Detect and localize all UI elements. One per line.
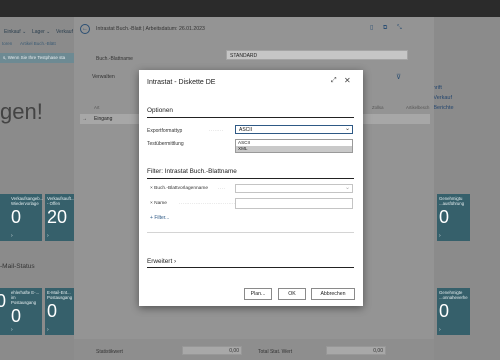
export-format-select[interactable]: ASCII ⌄ xyxy=(235,125,353,134)
section-divider xyxy=(147,232,354,233)
filter-row-template-name[interactable]: × Buch.-Blattvorlagenname xyxy=(150,186,208,191)
cue-tile-failed-emails[interactable]: ehlerhafte E-... im Postausgang 0 › xyxy=(9,288,42,335)
total-statistical-value-field: 0,00 xyxy=(326,346,386,355)
export-format-label: Exportformattyp xyxy=(147,128,183,134)
subnav-item-item-journals[interactable]: Artikel Buch.-Blätt xyxy=(20,41,56,46)
expand-icon[interactable]: ⤢ xyxy=(331,77,337,85)
page-title: Intrastat Buch.-Blatt | Arbeitsdatum: 26… xyxy=(96,26,205,32)
chevron-right-icon: › xyxy=(439,327,441,333)
browser-top-bar xyxy=(0,0,500,17)
role-center-subnav: toren Artikel Buch.-Blätt xyxy=(0,37,80,47)
section-divider xyxy=(147,178,354,179)
test-submission-label: Testübermittlung xyxy=(147,141,184,147)
field-leader-dots: ···· xyxy=(218,186,226,191)
filter-icon[interactable]: ⊽ xyxy=(396,73,401,81)
section-divider xyxy=(147,267,354,268)
subnav-item-vendors[interactable]: toren xyxy=(2,41,12,46)
collapse-icon[interactable]: ⤡ xyxy=(397,25,402,31)
chevron-right-icon: › xyxy=(172,258,177,265)
back-arrow-icon[interactable]: ← xyxy=(80,24,90,34)
chevron-right-icon: › xyxy=(11,327,13,333)
cue-tile-approved[interactable]: Genehmigte ...onnaheverhe 0 › xyxy=(437,288,470,335)
name-filter-input[interactable] xyxy=(235,198,353,209)
cue-tile-sales-quotes[interactable]: Verkaufsangeb... Wiedervorlage 0 › xyxy=(9,194,43,241)
bookmark-icon[interactable]: ▯ xyxy=(370,25,373,31)
filter-row-name[interactable]: × Name xyxy=(150,201,167,206)
column-header-tariff[interactable]: Zollsa xyxy=(372,105,383,110)
row-type-value: Eingang xyxy=(94,116,113,122)
column-header-type[interactable]: Art xyxy=(94,105,100,110)
page-header: ← Intrastat Buch.-Blatt | Arbeitsdatum: … xyxy=(74,17,434,39)
options-section-title[interactable]: Optionen xyxy=(147,107,173,114)
dialog-title: Intrastat - Diskette DE xyxy=(147,79,216,86)
mail-status-heading: -Mail-Status xyxy=(0,263,35,270)
statistical-value-label: Statistikwert xyxy=(96,349,123,355)
intrastat-diskette-dialog: Intrastat - Diskette DE ⤢ ✕ Optionen Exp… xyxy=(139,70,363,306)
add-filter-link[interactable]: + Filter... xyxy=(150,215,169,221)
advanced-section-toggle[interactable]: Erweitert › xyxy=(147,258,176,265)
ok-button[interactable]: OK xyxy=(278,288,306,300)
export-format-dropdown: ASCII XML xyxy=(235,139,353,153)
dropdown-option-xml[interactable]: XML xyxy=(236,146,352,152)
chevron-right-icon: › xyxy=(11,233,13,239)
trial-banner: s, Wenn Sie Ihre Testphase sta xyxy=(0,53,80,63)
close-icon[interactable]: ✕ xyxy=(344,76,351,85)
chevron-down-icon: ⌄ xyxy=(344,126,350,132)
row-arrow-icon: → xyxy=(82,116,87,122)
template-name-filter-select[interactable]: ⌄ xyxy=(235,184,353,193)
section-divider xyxy=(147,117,354,118)
page-header-icons: ▯ ⧉ ⤡ xyxy=(370,24,410,32)
column-header-item-description[interactable]: Artikelbesch xyxy=(406,105,429,110)
totals-footer: Statistikwert 0,00 Total Stat. Wert 0,00 xyxy=(74,339,434,360)
field-leader-dots: ········ xyxy=(209,128,224,133)
statistical-value-field: 0,00 xyxy=(182,346,242,355)
plan-button[interactable]: Plan... xyxy=(244,288,272,300)
greeting-text: gen! xyxy=(0,99,43,124)
journal-name-select[interactable]: STANDARD xyxy=(226,50,408,60)
action-manage[interactable]: Verwalten xyxy=(92,74,115,80)
total-statistical-value-label: Total Stat. Wert xyxy=(258,349,293,355)
chevron-right-icon: › xyxy=(47,233,49,239)
open-new-window-icon[interactable]: ⧉ xyxy=(383,25,387,31)
journal-name-label: Buch.-Blattname xyxy=(96,56,133,62)
nav-item-purchasing[interactable]: Einkauf ⌄ xyxy=(4,29,26,35)
filter-section-title[interactable]: Filter: Intrastat Buch.-Blattname xyxy=(147,168,237,175)
chevron-right-icon: › xyxy=(47,327,49,333)
chevron-right-icon: › xyxy=(439,233,441,239)
chevron-down-icon: ⌄ xyxy=(344,185,350,191)
cancel-button[interactable]: Abbrechen xyxy=(311,288,355,300)
nav-item-inventory[interactable]: Lager ⌄ xyxy=(32,29,50,35)
cue-tile-approvals[interactable]: Genehmigtu ...ausführung 0 › xyxy=(437,194,470,241)
